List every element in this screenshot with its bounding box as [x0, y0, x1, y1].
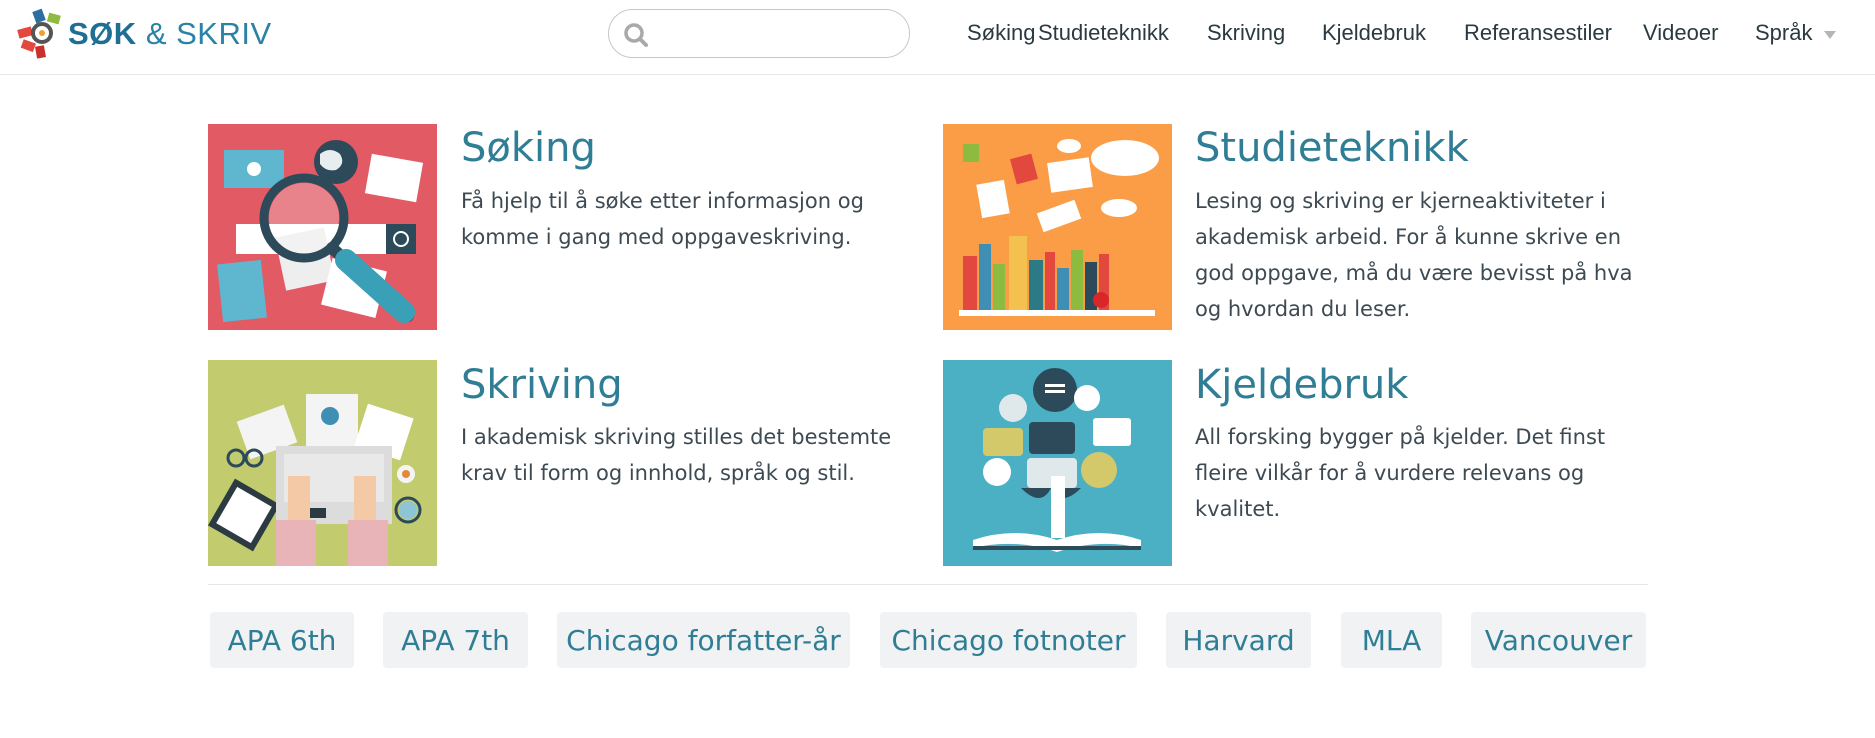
books-illustration-icon — [943, 124, 1172, 330]
logo-mark-icon — [17, 8, 61, 59]
kjeldebruk-illustration[interactable] — [943, 360, 1172, 566]
reference-style-harvard-button[interactable]: Harvard — [1166, 612, 1311, 668]
reference-style-vancouver-button[interactable]: Vancouver — [1471, 612, 1646, 668]
nav-item-videoer[interactable]: Videoer — [1643, 20, 1718, 46]
studieteknikk-illustration[interactable] — [943, 124, 1172, 330]
card-title-skriving[interactable]: Skriving — [461, 362, 623, 408]
nav-item-soking[interactable]: Søking — [967, 20, 1035, 46]
laptop-writing-illustration-icon — [208, 360, 437, 566]
card-description-kjeldebruk: All forsking bygger på kjelder. Det fins… — [1195, 425, 1606, 521]
search-input[interactable] — [657, 18, 901, 50]
skriving-illustration[interactable] — [208, 360, 437, 566]
card-title-studieteknikk[interactable]: Studieteknikk — [1195, 125, 1469, 171]
site-header: SØK & SKRIV Søking Studieteknikk Skrivin… — [0, 0, 1875, 75]
search-icon — [624, 23, 648, 47]
nav-item-referansestiler[interactable]: Referansestiler — [1464, 20, 1612, 46]
card-description-skriving: I akademisk skriving stilles det bestemt… — [461, 425, 892, 485]
reference-style-mla-button[interactable]: MLA — [1341, 612, 1442, 668]
reference-style-apa-7th-button[interactable]: APA 7th — [383, 612, 528, 668]
nav-item-sprak[interactable]: Språk — [1755, 20, 1812, 46]
book-speech-bubbles-illustration-icon — [943, 360, 1172, 566]
nav-item-studieteknikk[interactable]: Studieteknikk — [1038, 20, 1169, 46]
card-title-soking[interactable]: Søking — [461, 125, 596, 171]
reference-style-chicago-fotnoter-button[interactable]: Chicago fotnoter — [880, 612, 1137, 668]
site-logo[interactable]: SØK & SKRIV — [14, 6, 272, 62]
card-title-kjeldebruk[interactable]: Kjeldebruk — [1195, 362, 1408, 408]
card-description-studieteknikk: Lesing og skriving er kjerneaktiviteter … — [1195, 189, 1633, 321]
nav-item-skriving[interactable]: Skriving — [1207, 20, 1285, 46]
soking-illustration[interactable] — [208, 124, 437, 330]
search-box[interactable] — [608, 9, 910, 58]
reference-style-chicago-forfatter-ar-button[interactable]: Chicago forfatter-år — [557, 612, 850, 668]
card-description-soking: Få hjelp til å søke etter informasjon og… — [461, 189, 864, 249]
nav-item-kjeldebruk[interactable]: Kjeldebruk — [1322, 20, 1426, 46]
chevron-down-icon[interactable] — [1823, 30, 1837, 40]
section-divider — [208, 584, 1648, 585]
magnifier-search-illustration-icon — [208, 124, 437, 330]
reference-style-apa-6th-button[interactable]: APA 6th — [210, 612, 354, 668]
logo-text: SØK & SKRIV — [68, 16, 272, 51]
